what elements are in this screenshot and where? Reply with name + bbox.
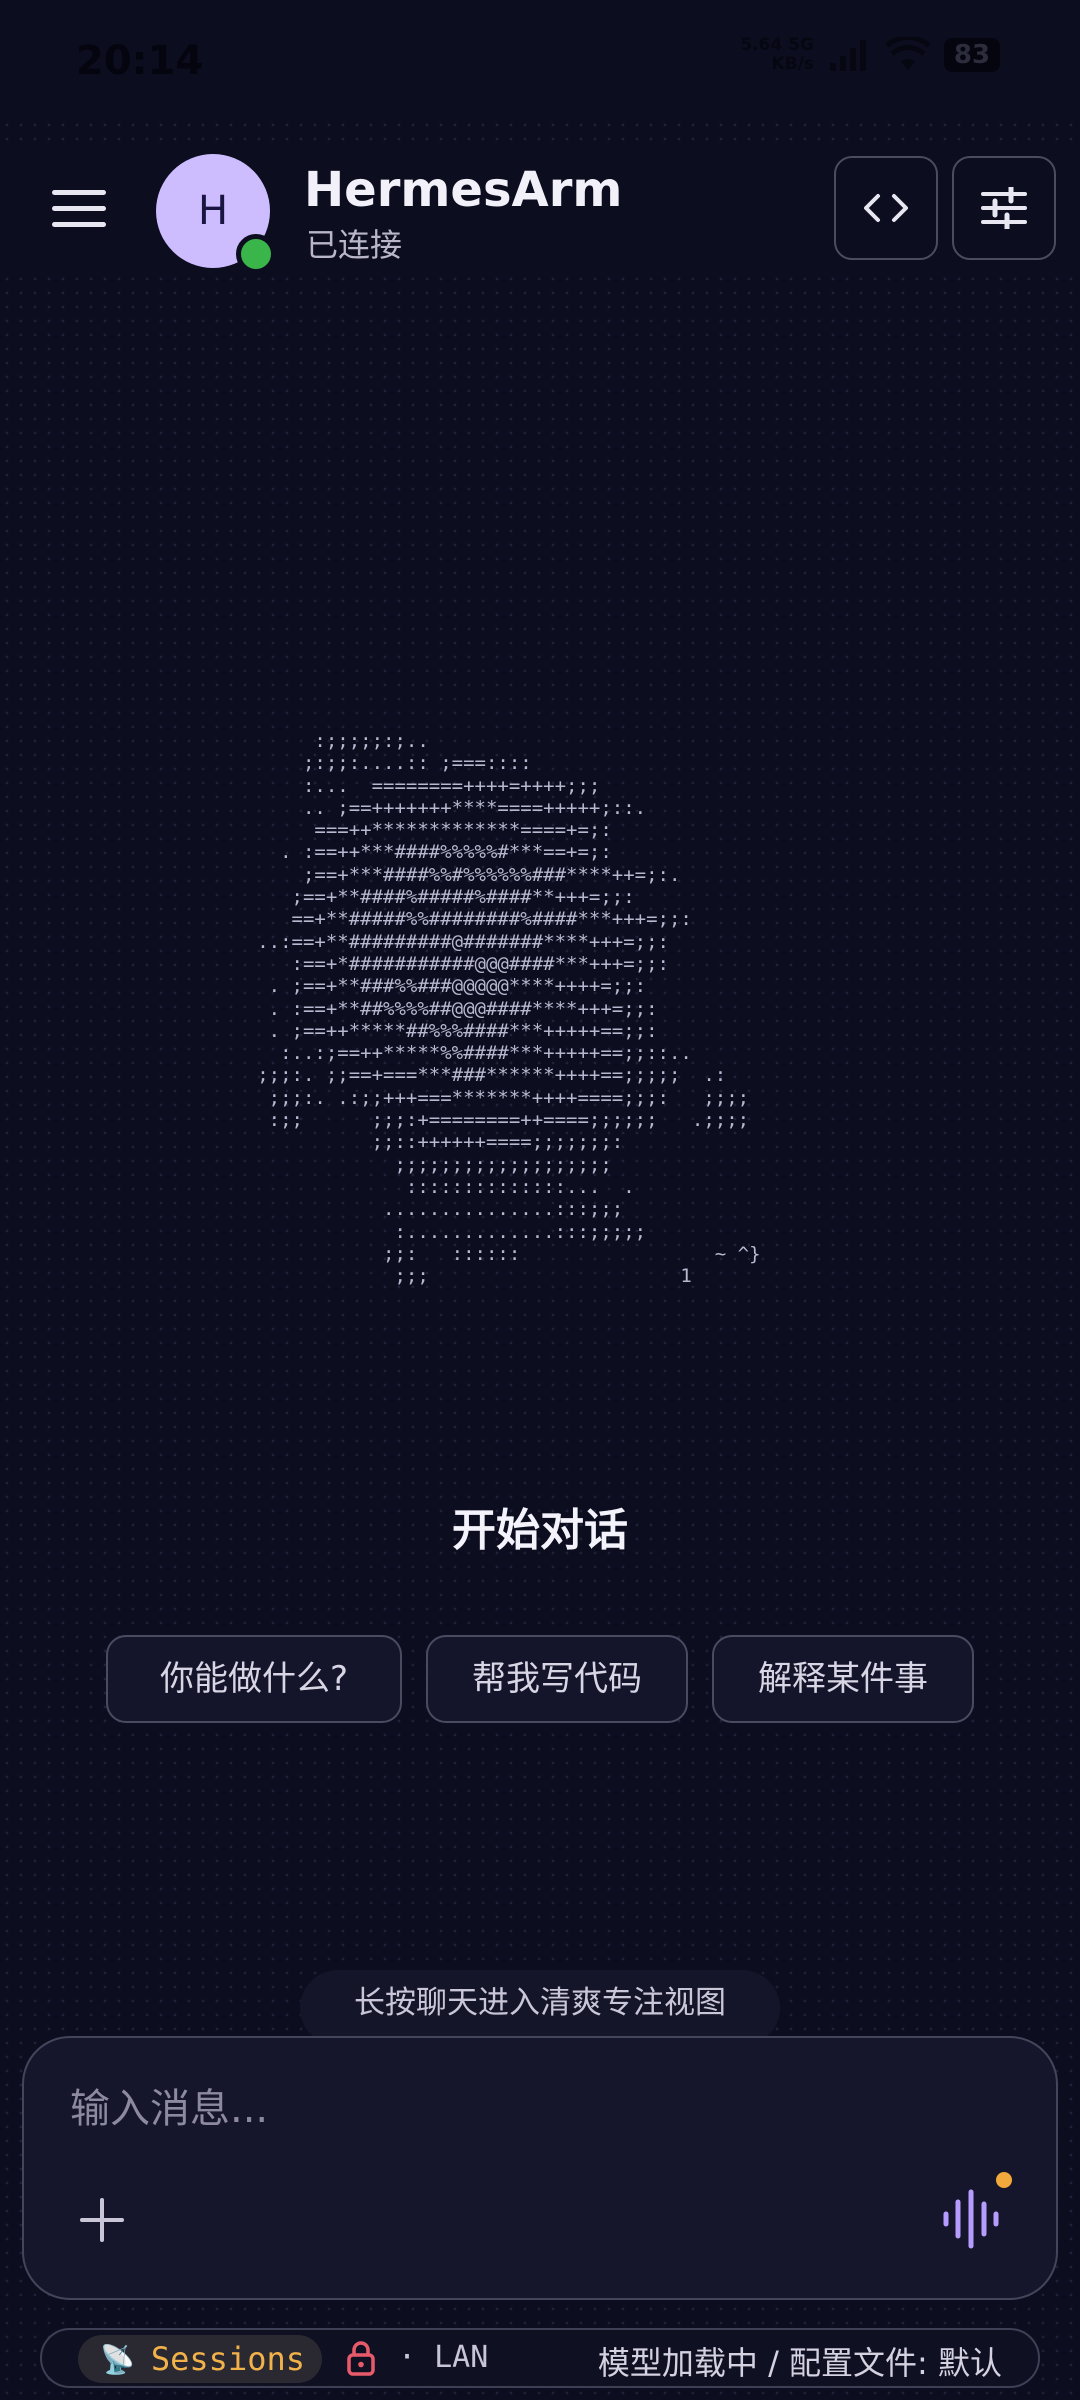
network-speed-value: 5.64 5G: [740, 35, 814, 55]
online-status-dot: [236, 234, 276, 274]
lock-icon[interactable]: [346, 2340, 376, 2376]
menu-icon-line: [52, 190, 106, 195]
menu-icon-line: [52, 206, 106, 211]
message-composer: [22, 2036, 1058, 2300]
empty-state-title: 开始对话: [452, 1505, 628, 1556]
add-attachment-button[interactable]: [78, 2196, 126, 2244]
suggestion-chip[interactable]: 你能做什么?: [106, 1635, 402, 1723]
menu-icon-line: [52, 222, 106, 227]
ascii-art-logo: :;;;;;:;.. ;:;;:....:: ;===:::: :... ===…: [257, 730, 761, 1288]
settings-button[interactable]: [952, 156, 1056, 260]
voice-status-dot: [996, 2172, 1012, 2188]
suggestion-chip[interactable]: 解释某件事: [712, 1635, 974, 1723]
focus-view-hint: 长按聊天进入清爽专注视图: [300, 1970, 780, 2046]
code-view-button[interactable]: [834, 156, 938, 260]
code-icon: [864, 194, 908, 222]
wifi-icon: [886, 37, 930, 70]
battery-indicator: 83: [944, 38, 1000, 72]
voice-input-icon[interactable]: [938, 2186, 1004, 2252]
menu-button[interactable]: [52, 190, 106, 230]
sessions-label: Sessions: [150, 2340, 305, 2378]
network-speed-unit: KB/s: [771, 54, 814, 74]
status-icons: 5.64 5G KB/s 83: [740, 36, 1000, 74]
signal-icon: [830, 40, 866, 71]
message-input[interactable]: [68, 2078, 972, 2140]
connection-status-bar: 📡 Sessions · LAN 模型加载中 / 配置文件: 默认: [40, 2328, 1040, 2388]
agent-name: HermesArm: [304, 162, 623, 218]
sliders-icon: [981, 187, 1027, 229]
network-speed: 5.64 5G KB/s: [740, 36, 814, 74]
satellite-dish-icon: 📡: [100, 2342, 135, 2376]
sessions-button[interactable]: 📡 Sessions: [78, 2335, 322, 2383]
status-time: 20:14: [76, 38, 204, 84]
chat-header: H HermesArm 已连接: [0, 150, 1080, 274]
model-status: 模型加载中 / 配置文件: 默认: [597, 2344, 1002, 2382]
connection-status: 已连接: [306, 226, 403, 264]
suggestion-chip[interactable]: 帮我写代码: [426, 1635, 688, 1723]
chat-screen: 20:14 5.64 5G KB/s 83 H HermesArm 已连接:;…: [0, 0, 1080, 2400]
status-bar: 20:14 5.64 5G KB/s 83: [0, 0, 1080, 120]
network-mode-label: · LAN: [398, 2340, 489, 2375]
